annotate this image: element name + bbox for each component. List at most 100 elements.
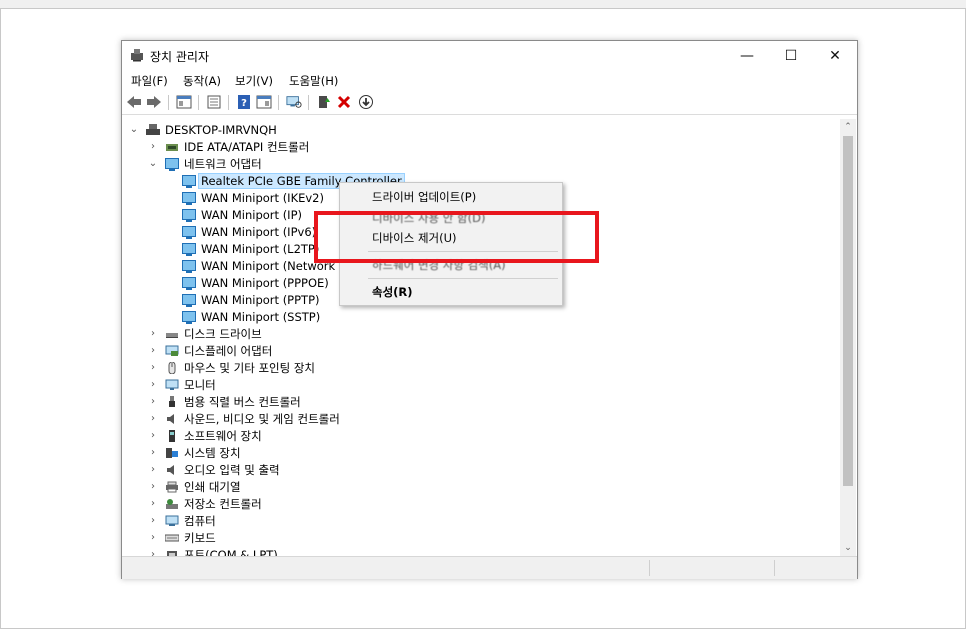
network-child-pptp[interactable]: WAN Miniport (PPTP) <box>182 291 320 308</box>
menu-help[interactable]: 도움말(H) <box>289 73 338 89</box>
chevron-right-icon[interactable]: › <box>147 141 159 152</box>
network-child-l2tp[interactable]: WAN Miniport (L2TP) <box>182 240 319 257</box>
chevron-right-icon[interactable]: › <box>147 430 159 441</box>
tree-item-sound[interactable]: › 사운드, 비디오 및 게임 컨트롤러 <box>147 410 340 427</box>
context-scan-hardware[interactable]: 하드웨어 변경 사항 검색(A) <box>372 257 506 273</box>
scroll-down-icon[interactable]: ⌄ <box>840 540 856 556</box>
tree-item-usb[interactable]: › 범용 직렬 버스 컨트롤러 <box>147 393 301 410</box>
title-bar[interactable]: 장치 관리자 — ☐ ✕ <box>122 41 857 71</box>
tree-item-print-queues[interactable]: › 인쇄 대기열 <box>147 478 241 495</box>
toolbar-separator <box>308 95 309 110</box>
network-child-ikev2[interactable]: WAN Miniport (IKEv2) <box>182 189 324 206</box>
network-child-pppoe[interactable]: WAN Miniport (PPPOE) <box>182 274 329 291</box>
chevron-right-icon[interactable]: › <box>147 396 159 407</box>
software-device-icon <box>165 429 179 442</box>
tree-item-disk-drives[interactable]: › 디스크 드라이브 <box>147 325 262 342</box>
window-title: 장치 관리자 <box>150 50 210 64</box>
show-hide-console-tree-icon[interactable] <box>176 94 192 110</box>
tree-item-label: 사운드, 비디오 및 게임 컨트롤러 <box>184 411 340 426</box>
network-child-network-monitor[interactable]: WAN Miniport (Network M <box>182 257 349 274</box>
context-properties[interactable]: 속성(R) <box>372 284 413 300</box>
network-adapter-icon <box>182 259 196 273</box>
keyboard-icon <box>164 532 180 544</box>
tree-item-system-devices[interactable]: › 시스템 장치 <box>147 444 241 461</box>
status-separator <box>774 560 775 576</box>
tree-item-ide[interactable]: › IDE ATA/ATAPI 컨트롤러 <box>147 138 309 155</box>
tree-item-label: WAN Miniport (PPPOE) <box>201 275 329 290</box>
device-manager-window: 장치 관리자 — ☐ ✕ 파일(F) 동작(A) 보기(V) 도움말(H) ? <box>121 40 858 579</box>
forward-arrow-icon[interactable] <box>146 94 162 110</box>
chevron-right-icon[interactable]: › <box>147 447 159 458</box>
update-driver-icon[interactable] <box>316 94 332 110</box>
disk-drive-icon <box>165 328 179 340</box>
network-adapter-icon <box>182 225 196 239</box>
menu-view[interactable]: 보기(V) <box>235 73 273 89</box>
chevron-right-icon[interactable]: › <box>147 413 159 424</box>
download-circle-icon[interactable] <box>358 94 374 110</box>
properties-sheet-icon[interactable] <box>206 94 222 110</box>
chevron-down-icon[interactable]: ⌄ <box>147 158 159 169</box>
chevron-right-icon[interactable]: › <box>147 481 159 492</box>
scan-hardware-icon[interactable] <box>286 94 302 110</box>
tree-item-mouse[interactable]: › 마우스 및 기타 포인팅 장치 <box>147 359 315 376</box>
tree-item-monitors[interactable]: › 모니터 <box>147 376 216 393</box>
minimize-button[interactable]: — <box>725 41 769 71</box>
network-child-ipv6[interactable]: WAN Miniport (IPv6) <box>182 223 316 240</box>
network-adapter-icon <box>182 242 196 256</box>
tree-item-audio-io[interactable]: › 오디오 입력 및 출력 <box>147 461 280 478</box>
display-adapter-icon <box>165 345 179 357</box>
chevron-down-icon[interactable]: ⌄ <box>128 124 140 135</box>
tree-item-label: WAN Miniport (IKEv2) <box>201 190 324 205</box>
chevron-right-icon[interactable]: › <box>147 464 159 475</box>
usb-icon <box>165 395 179 408</box>
help-icon[interactable]: ? <box>236 94 252 110</box>
tree-item-label: 시스템 장치 <box>184 445 241 460</box>
tree-item-ports[interactable]: › 포트(COM & LPT) <box>147 546 278 556</box>
network-child-sstp[interactable]: WAN Miniport (SSTP) <box>182 308 320 325</box>
tree-root-label: DESKTOP-IMRVNQH <box>165 122 277 137</box>
context-uninstall-device[interactable]: 디바이스 제거(U) <box>372 230 457 246</box>
tree-item-display-adapters[interactable]: › 디스플레이 어댑터 <box>147 342 272 359</box>
tree-item-label: 마우스 및 기타 포인팅 장치 <box>184 360 316 375</box>
network-child-ip[interactable]: WAN Miniport (IP) <box>182 206 302 223</box>
tree-item-keyboards[interactable]: › 키보드 <box>147 529 216 546</box>
chevron-right-icon[interactable]: › <box>147 345 159 356</box>
network-adapter-icon <box>182 191 196 205</box>
chevron-right-icon[interactable]: › <box>147 532 159 543</box>
monitor-icon <box>165 379 179 391</box>
context-disable-device[interactable]: 디바이스 사용 안 함(D) <box>372 210 485 226</box>
close-button[interactable]: ✕ <box>813 41 857 71</box>
chevron-right-icon[interactable]: › <box>147 515 159 526</box>
chevron-right-icon[interactable]: › <box>147 328 159 339</box>
chevron-right-icon[interactable]: › <box>147 362 159 373</box>
tree-item-software-devices[interactable]: › 소프트웨어 장치 <box>147 427 262 444</box>
vertical-scrollbar[interactable]: ⌃ ⌄ <box>840 119 856 556</box>
chevron-right-icon[interactable]: › <box>147 379 159 390</box>
chevron-right-icon[interactable]: › <box>147 498 159 509</box>
system-device-icon <box>165 447 179 459</box>
maximize-button[interactable]: ☐ <box>769 41 813 71</box>
scroll-up-icon[interactable]: ⌃ <box>840 119 856 135</box>
tree-root[interactable]: ⌄ DESKTOP-IMRVNQH <box>128 121 277 138</box>
tree-item-label: WAN Miniport (SSTP) <box>201 309 321 324</box>
toolbar-separator <box>198 95 199 110</box>
tree-item-label: WAN Miniport (L2TP) <box>201 241 320 256</box>
network-adapter-icon <box>182 310 196 324</box>
back-arrow-icon[interactable] <box>126 94 142 110</box>
action-pane-icon[interactable] <box>256 94 272 110</box>
tree-item-network-adapters[interactable]: ⌄ 네트워크 어댑터 <box>147 155 262 172</box>
tree-item-storage-controllers[interactable]: › 저장소 컨트롤러 <box>147 495 262 512</box>
tree-item-label: 오디오 입력 및 출력 <box>184 462 280 477</box>
chevron-right-icon[interactable]: › <box>147 549 159 556</box>
context-update-driver[interactable]: 드라이버 업데이트(P) <box>372 189 476 205</box>
status-bar <box>122 556 857 579</box>
tree-item-label: WAN Miniport (IP) <box>201 207 302 222</box>
network-adapter-icon <box>165 157 179 171</box>
tree-item-computer[interactable]: › 컴퓨터 <box>147 512 216 529</box>
tree-item-label: WAN Miniport (PPTP) <box>201 292 320 307</box>
menu-file[interactable]: 파일(F) <box>131 73 168 89</box>
scrollbar-thumb[interactable] <box>843 136 853 486</box>
remove-device-icon[interactable] <box>336 94 352 110</box>
menu-action[interactable]: 동작(A) <box>183 73 221 89</box>
tree-item-label: 포트(COM & LPT) <box>184 547 278 557</box>
